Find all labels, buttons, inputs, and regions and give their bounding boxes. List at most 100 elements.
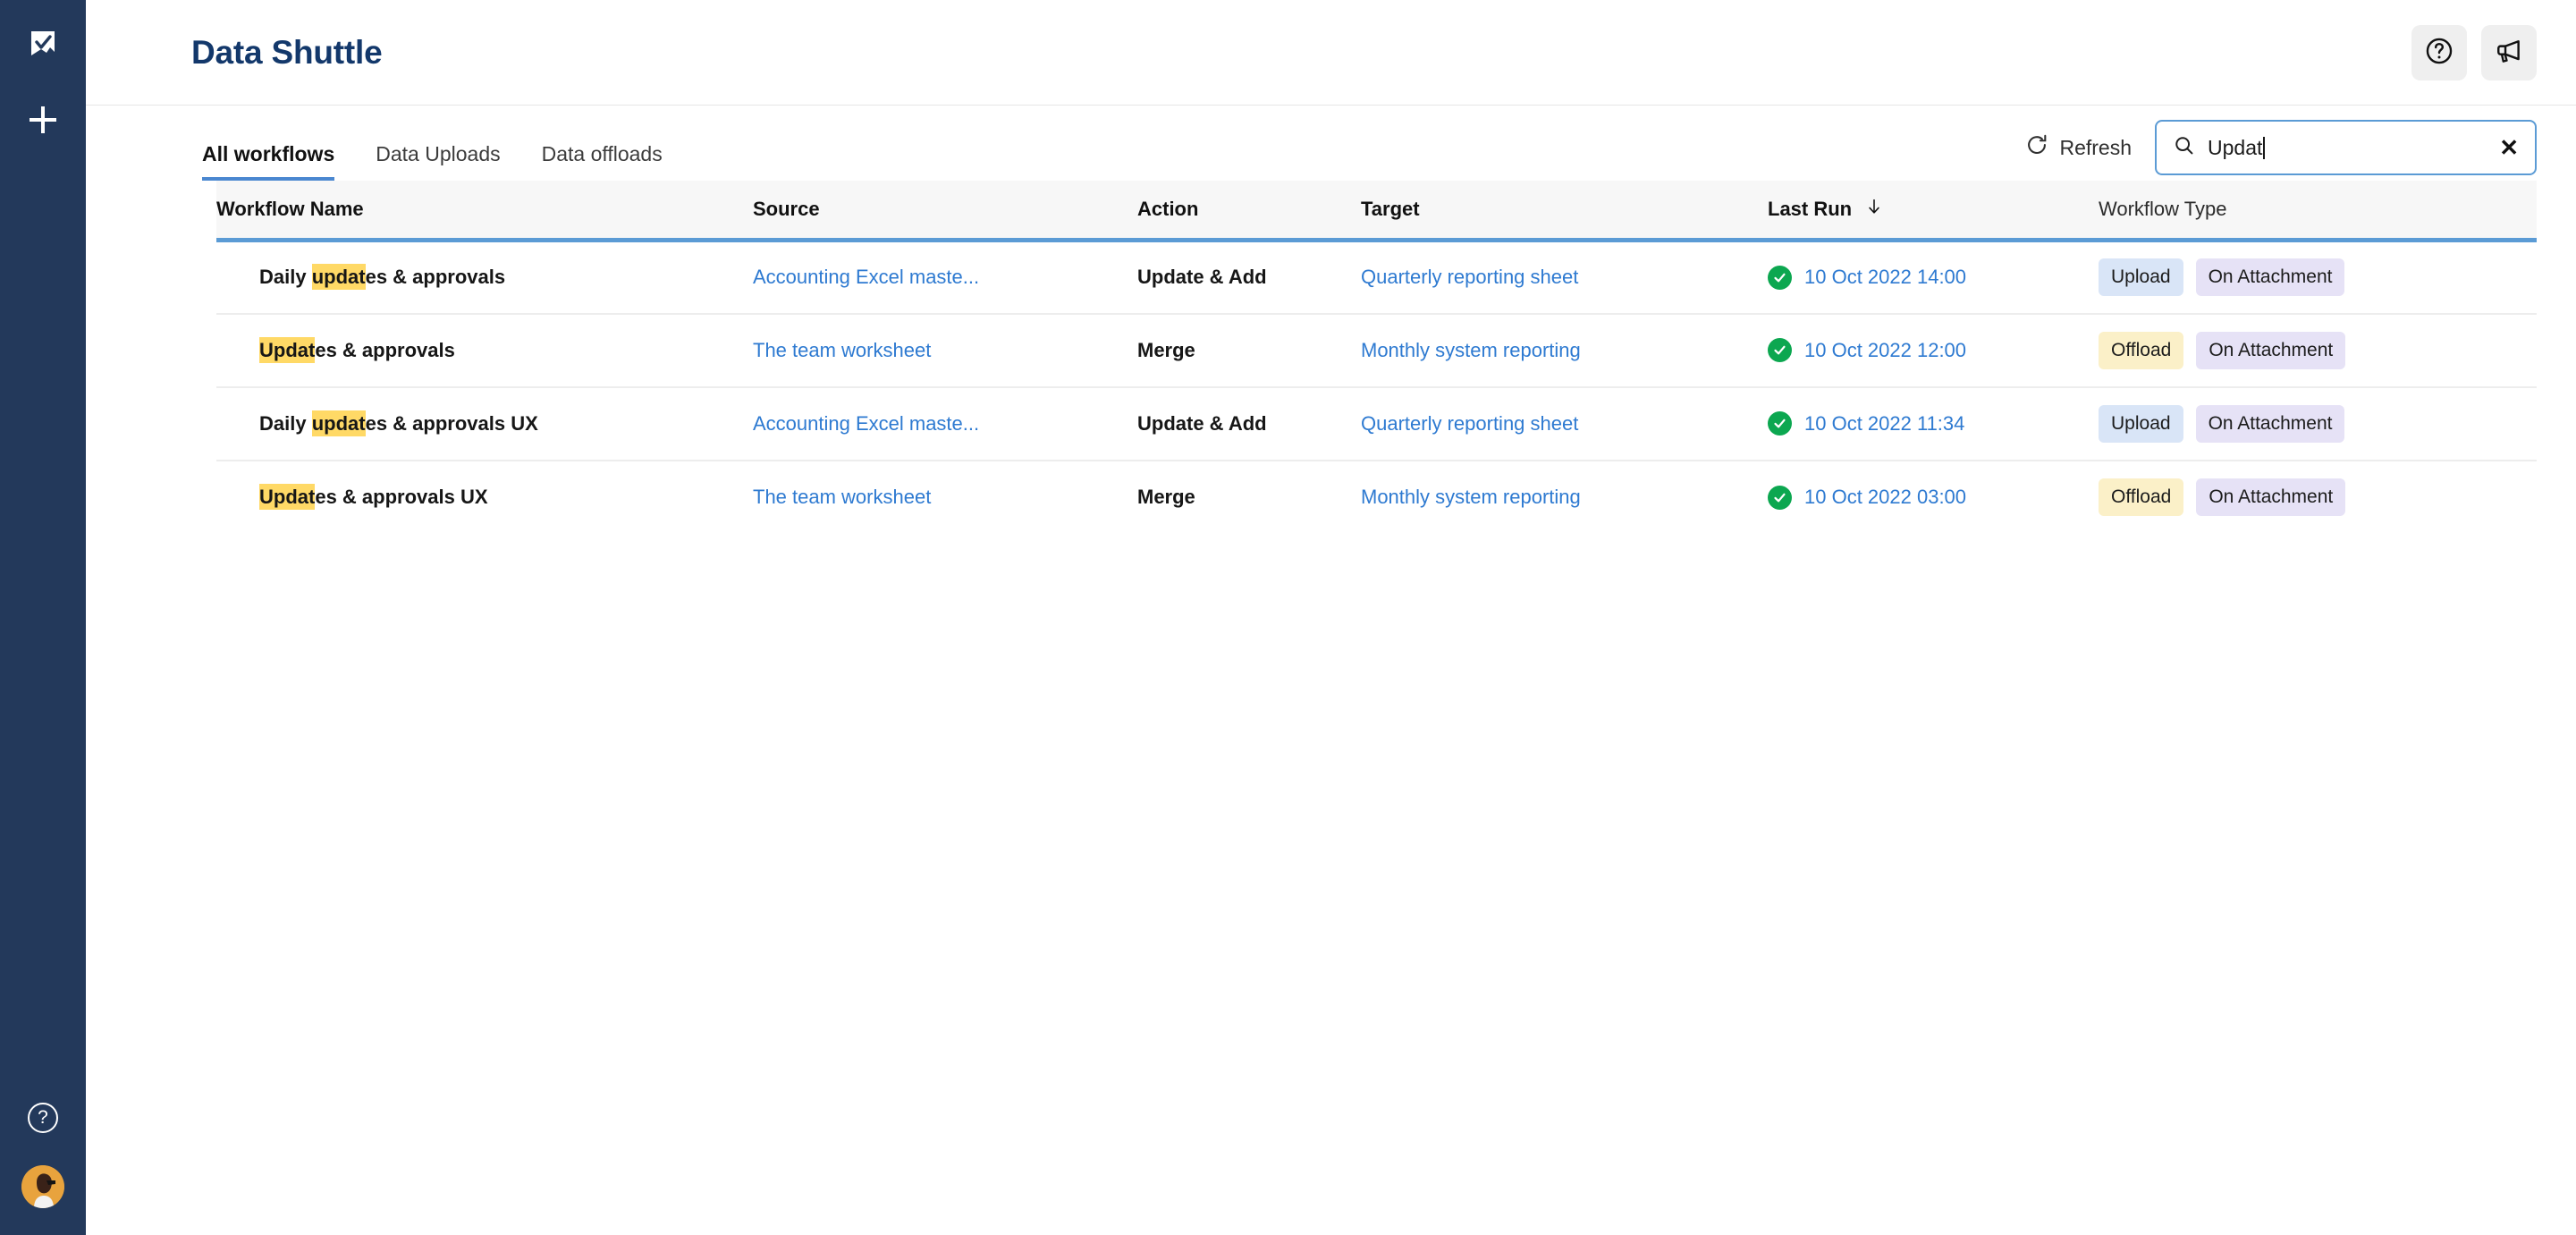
source-link[interactable]: The team worksheet — [753, 486, 931, 508]
cell-action: Merge — [1137, 461, 1361, 534]
check-circle-icon — [1768, 338, 1792, 362]
workflow-name-text: Daily updates & approvals UX — [259, 410, 538, 436]
table-body: Daily updates & approvals Accounting Exce… — [216, 241, 2537, 534]
cell-source: The team worksheet — [753, 461, 1137, 534]
search-highlight: updat — [312, 410, 366, 436]
help-button[interactable] — [2411, 25, 2467, 80]
source-link[interactable]: The team worksheet — [753, 339, 931, 361]
last-run-time: 10 Oct 2022 11:34 — [1804, 412, 1964, 436]
cell-workflow-type: Offload On Attachment — [2099, 461, 2537, 534]
cell-workflow-name: Daily updates & approvals UX — [216, 387, 753, 461]
search-highlight: Updat — [259, 337, 315, 363]
column-label: Workflow Name — [216, 198, 364, 221]
cell-source: The team worksheet — [753, 314, 1137, 387]
workflow-trigger-badge[interactable]: On Attachment — [2196, 258, 2345, 296]
table-row[interactable]: Updates & approvals The team worksheet Mer… — [216, 314, 2537, 387]
target-link[interactable]: Monthly system reporting — [1361, 339, 1581, 361]
workflow-trigger-badge[interactable]: On Attachment — [2196, 332, 2345, 369]
table-row[interactable]: Daily updates & approvals Accounting Exce… — [216, 241, 2537, 314]
tab-data-offloads[interactable]: Data offloads — [542, 142, 663, 181]
cell-last-run: 10 Oct 2022 12:00 — [1768, 314, 2099, 387]
tab-all-workflows[interactable]: All workflows — [202, 142, 334, 181]
cell-target: Quarterly reporting sheet — [1361, 241, 1768, 314]
target-link[interactable]: Quarterly reporting sheet — [1361, 266, 1578, 288]
refresh-icon — [2025, 133, 2048, 162]
table-header: Workflow Name Source Action Target — [216, 181, 2537, 241]
source-link[interactable]: Accounting Excel maste... — [753, 412, 979, 435]
cell-target: Quarterly reporting sheet — [1361, 387, 1768, 461]
check-circle-icon — [1768, 266, 1792, 290]
cell-workflow-name: Updates & approvals UX — [216, 461, 753, 534]
search-highlight: Updat — [259, 484, 315, 510]
question-mark-icon[interactable]: ? — [28, 1103, 58, 1133]
check-circle-icon — [1768, 411, 1792, 436]
cell-action: Update & Add — [1137, 387, 1361, 461]
cell-action: Update & Add — [1137, 241, 1361, 314]
cell-workflow-name: Updates & approvals — [216, 314, 753, 387]
column-header-source[interactable]: Source — [753, 181, 1137, 241]
workflow-type-badge[interactable]: Upload — [2099, 405, 2183, 443]
workflow-type-badge[interactable]: Offload — [2099, 478, 2183, 516]
refresh-button[interactable]: Refresh — [2025, 133, 2132, 162]
cell-workflow-type: Offload On Attachment — [2099, 314, 2537, 387]
column-label: Target — [1361, 198, 1420, 221]
workflow-table: Workflow Name Source Action Target — [216, 181, 2537, 534]
cell-workflow-type: Upload On Attachment — [2099, 387, 2537, 461]
target-link[interactable]: Monthly system reporting — [1361, 486, 1581, 508]
last-run-time: 10 Oct 2022 14:00 — [1804, 266, 1966, 289]
workflow-name-text: Updates & approvals — [259, 337, 455, 363]
tab-data-uploads[interactable]: Data Uploads — [376, 142, 500, 181]
workflow-table-container: Workflow Name Source Action Target — [86, 181, 2576, 1235]
search-icon — [2173, 134, 2195, 161]
workflow-type-badge[interactable]: Upload — [2099, 258, 2183, 296]
cell-target: Monthly system reporting — [1361, 461, 1768, 534]
cell-source: Accounting Excel maste... — [753, 241, 1137, 314]
workflow-trigger-badge[interactable]: On Attachment — [2196, 478, 2345, 516]
search-input[interactable]: Updat ✕ — [2155, 120, 2537, 175]
cell-last-run: 10 Oct 2022 11:34 — [1768, 387, 2099, 461]
tab-list: All workflows Data Uploads Data offloads — [202, 106, 663, 181]
top-bar: Data Shuttle — [86, 0, 2576, 106]
text-caret — [2263, 137, 2265, 159]
app-root: ? Data Shuttle — [0, 0, 2576, 1235]
target-link[interactable]: Quarterly reporting sheet — [1361, 412, 1578, 435]
workflow-type-badge[interactable]: Offload — [2099, 332, 2183, 369]
rail-bottom-group: ? — [21, 1103, 64, 1208]
announcements-button[interactable] — [2481, 25, 2537, 80]
arrow-down-icon — [1864, 197, 1884, 222]
workflow-trigger-badge[interactable]: On Attachment — [2196, 405, 2345, 443]
column-header-target[interactable]: Target — [1361, 181, 1768, 241]
column-label: Last Run — [1768, 198, 1852, 221]
close-icon[interactable]: ✕ — [2499, 136, 2519, 159]
column-label: Source — [753, 198, 820, 221]
plus-icon[interactable] — [25, 102, 61, 138]
megaphone-icon — [2494, 36, 2524, 69]
checkbox-logo-icon[interactable] — [28, 29, 58, 59]
left-rail: ? — [0, 0, 86, 1235]
cell-last-run: 10 Oct 2022 03:00 — [1768, 461, 2099, 534]
table-row[interactable]: Daily updates & approvals UX Accounting E… — [216, 387, 2537, 461]
avatar[interactable] — [21, 1165, 64, 1208]
column-header-workflow-type[interactable]: Workflow Type — [2099, 181, 2537, 241]
column-label: Workflow Type — [2099, 198, 2226, 221]
column-header-last-run[interactable]: Last Run — [1768, 181, 2099, 241]
main-area: Data Shuttle — [86, 0, 2576, 1235]
column-header-workflow-name[interactable]: Workflow Name — [216, 181, 753, 241]
cell-action: Merge — [1137, 314, 1361, 387]
cell-workflow-name: Daily updates & approvals — [216, 241, 753, 314]
cell-target: Monthly system reporting — [1361, 314, 1768, 387]
refresh-label: Refresh — [2059, 136, 2132, 160]
source-link[interactable]: Accounting Excel maste... — [753, 266, 979, 288]
table-header-row: Workflow Name Source Action Target — [216, 181, 2537, 241]
page-title: Data Shuttle — [109, 34, 382, 72]
last-run-time: 10 Oct 2022 12:00 — [1804, 339, 1966, 362]
cell-source: Accounting Excel maste... — [753, 387, 1137, 461]
question-circle-icon — [2424, 36, 2454, 69]
workflow-name-text: Daily updates & approvals — [259, 264, 505, 290]
column-header-action[interactable]: Action — [1137, 181, 1361, 241]
check-circle-icon — [1768, 486, 1792, 510]
table-row[interactable]: Updates & approvals UXThe team worksheet… — [216, 461, 2537, 534]
search-highlight: updat — [312, 264, 366, 290]
cell-last-run: 10 Oct 2022 14:00 — [1768, 241, 2099, 314]
toolbar-actions: Refresh Updat ✕ — [2025, 120, 2537, 181]
